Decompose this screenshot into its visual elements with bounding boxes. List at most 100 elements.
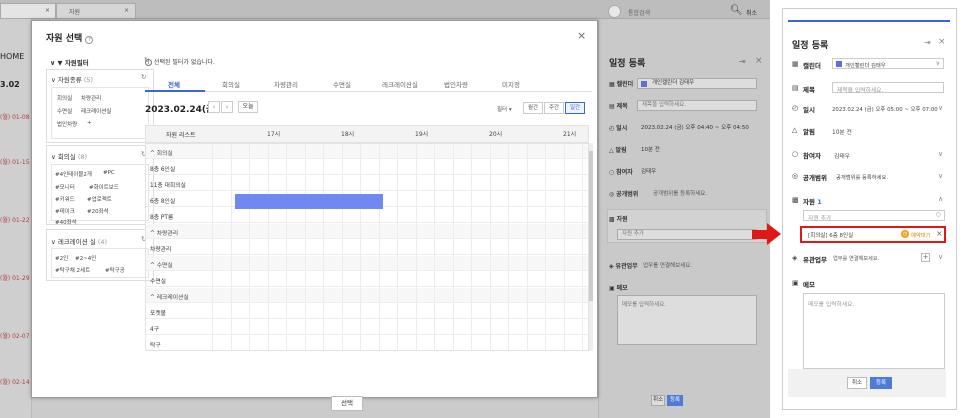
resource-input[interactable]: 자원 추가 ○ (803, 210, 945, 222)
calendar-select[interactable]: 개인캘린더 김태우 ∨ (832, 58, 944, 69)
chevron-down-icon[interactable]: ∨ (938, 104, 943, 112)
resource-row-label: 11층 대회의실 (150, 183, 186, 189)
clock-icon: ◴ (792, 104, 799, 112)
alarm-value[interactable]: 10분 전 (832, 127, 852, 136)
view-month-button[interactable]: 월간 (523, 102, 543, 114)
week-date: (월) 02-07 (0, 333, 30, 340)
filter-chip[interactable]: #40좌석 (55, 218, 77, 226)
title-input[interactable]: 제목을 입력하세요. (832, 82, 944, 94)
scope-value[interactable]: 공개범위를 등록하세요. (836, 173, 888, 181)
scope-value[interactable]: 공개범위를 등록하세요. (653, 189, 707, 197)
expand-icon[interactable]: ⇥ (924, 38, 931, 47)
prev-date-button[interactable]: ‹ (208, 101, 220, 113)
calendar-select[interactable]: 개인캘린더 김태우 (637, 78, 757, 89)
filter-chip[interactable]: #20좌석 (87, 207, 109, 215)
tab-corporate-car[interactable]: 법인차량 (444, 79, 468, 89)
next-date-button[interactable]: › (221, 101, 233, 113)
grid-line (526, 144, 528, 350)
filter-chip[interactable]: 법인차량 (57, 120, 77, 128)
close-icon[interactable]: × (755, 56, 763, 66)
close-icon[interactable]: × (577, 29, 586, 42)
datetime-row: ◴ 일시 (609, 125, 628, 132)
cancel-button[interactable]: 취소 (651, 395, 665, 406)
filter-chip[interactable]: #업로젝트 (87, 195, 112, 203)
chevron-up-icon[interactable]: ∧ (938, 195, 943, 203)
tab-vehicle[interactable]: 차량관리 (274, 79, 298, 89)
arrow-head (767, 223, 781, 245)
week-date: (월) 01-08 (0, 114, 30, 121)
search-cancel[interactable]: 취소 (746, 8, 757, 17)
filter-chip[interactable]: #PC (103, 170, 115, 176)
expand-icon[interactable]: ⇥ (739, 57, 746, 66)
attendee-value[interactable]: 김태우 (834, 151, 850, 160)
home-label[interactable]: HOME (0, 52, 24, 61)
filter-group-title[interactable]: ∨ 레크레이션 실 (4) (51, 236, 107, 246)
title-input[interactable]: 제목을 입력하세요. (637, 100, 757, 111)
close-icon[interactable]: × (938, 37, 946, 47)
attendee-value[interactable]: 김태우 (641, 167, 656, 175)
filter-chip[interactable]: #키워드 (55, 195, 75, 203)
filter-chip[interactable]: #화이트보드 (89, 183, 119, 191)
tab-recreation[interactable]: 레크레이션실 (382, 79, 418, 89)
tab-sleep-room[interactable]: 수면실 (333, 79, 351, 89)
global-search[interactable]: 통합검색 🔍︎ 취소 (608, 5, 758, 19)
cancel-button[interactable]: 취소 (847, 377, 867, 389)
filter-chip[interactable]: 레크레이션실 (81, 107, 111, 115)
filter-chip[interactable]: #2~4인 (75, 254, 96, 262)
bell-icon: △ (792, 126, 798, 134)
resource-timeline-grid[interactable]: ^ 회의실 8층 6인실 11층 대회의실 6층 8인실 8층 PT룸 ^ 차량관리 차량관… (145, 143, 589, 351)
help-icon[interactable]: ? (85, 36, 94, 44)
resource-input[interactable]: 자원 추가 (617, 229, 757, 240)
booking-block[interactable] (235, 194, 383, 209)
register-button[interactable]: 등록 (870, 377, 892, 389)
filter-chip[interactable]: #테이크 (55, 207, 75, 215)
filter-chip[interactable]: 수면실 (57, 107, 72, 115)
datetime-value[interactable]: 2023.02.24 (금) 오후 05:00 ~ 오후 07:00 (832, 105, 938, 113)
filter-chip[interactable]: #모니터 (55, 183, 75, 191)
tab-close-icon[interactable]: × (45, 7, 50, 14)
tab-meeting-room[interactable]: 회의실 (222, 79, 240, 89)
chevron-down-icon[interactable]: ∨ (938, 150, 943, 158)
filter-chip[interactable]: #탁구공 (105, 266, 125, 274)
view-day-button[interactable]: 일간 (565, 102, 585, 114)
related-value[interactable]: 업무를 연결해보세요. (833, 255, 879, 262)
grid-line (378, 144, 380, 350)
alarm-value[interactable]: 10분 전 (641, 145, 660, 153)
refresh-icon[interactable]: ↻ (141, 73, 146, 81)
search-icon[interactable]: 🔍︎ (730, 5, 743, 16)
filter-dropdown[interactable]: 필터 ▾ (497, 105, 512, 113)
register-button[interactable]: 등록 (667, 395, 683, 406)
tab-close-icon[interactable]: × (124, 7, 129, 14)
chevron-down-icon[interactable]: ∨ (938, 253, 943, 261)
resource-row-label: 탁구 (150, 343, 161, 349)
browser-tab[interactable]: 자원 × (56, 3, 136, 19)
add-related-button[interactable]: + (921, 253, 930, 262)
filter-chip[interactable]: 회의실 (57, 94, 72, 102)
filter-group-title[interactable]: ∨ 회의실 (8) (51, 151, 87, 161)
related-value[interactable]: 업무를 연결해보세요. (643, 261, 692, 269)
grid-line (286, 144, 287, 350)
today-button[interactable]: 오늘 (238, 101, 258, 113)
select-button[interactable]: 선택 (331, 396, 363, 411)
view-week-button[interactable]: 주간 (544, 102, 564, 114)
search-input[interactable]: 통합검색 (628, 8, 650, 17)
filter-chip[interactable]: #탁구채 2세트 (55, 266, 90, 274)
tab-all[interactable]: 전체 (168, 79, 180, 89)
tab-unassigned[interactable]: 미지정 (502, 79, 520, 89)
filter-chip[interactable]: #2인 (55, 254, 68, 262)
memo-input[interactable]: 메모를 입력하세요. (617, 295, 757, 345)
browser-tab[interactable]: × (0, 3, 56, 19)
filter-group-title[interactable]: ∨ 자원종류 (5) (51, 74, 93, 84)
resource-row: ▩ 자원 (609, 216, 628, 223)
filter-chip[interactable]: 차량관리 (81, 94, 101, 102)
datetime-value[interactable]: 2023.02.24 (금) 오후 04:40 ~ 오후 04:50 (641, 123, 749, 131)
scrollbar-thumb[interactable] (589, 151, 593, 301)
memo-input[interactable]: 메모를 입력하세요. (803, 293, 945, 369)
remove-resource-icon[interactable]: × (936, 229, 943, 238)
search-icon[interactable]: ○ (936, 212, 941, 218)
filter-chip[interactable]: #4인테이블2개 (55, 170, 92, 178)
time-label: 19시 (415, 131, 429, 138)
add-chip-button[interactable]: + (87, 120, 92, 126)
chevron-down-icon[interactable]: ∨ (938, 172, 943, 180)
filter-header: ∨ ▼ 자원필터 (50, 59, 89, 67)
